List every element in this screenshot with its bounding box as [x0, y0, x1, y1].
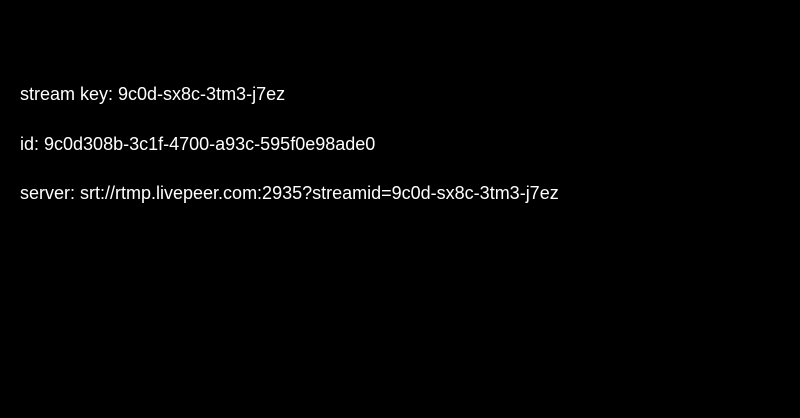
stream-key-text: stream key: 9c0d-sx8c-3tm3-j7ez	[20, 84, 286, 104]
stream-id-text: id: 9c0d308b-3c1f-4700-a93c-595f0e98ade0	[20, 134, 376, 154]
stream-info-screen: stream key: 9c0d-sx8c-3tm3-j7ez id: 9c0d…	[0, 0, 800, 418]
server-url-text: server: srt://rtmp.livepeer.com:2935?str…	[20, 183, 559, 203]
